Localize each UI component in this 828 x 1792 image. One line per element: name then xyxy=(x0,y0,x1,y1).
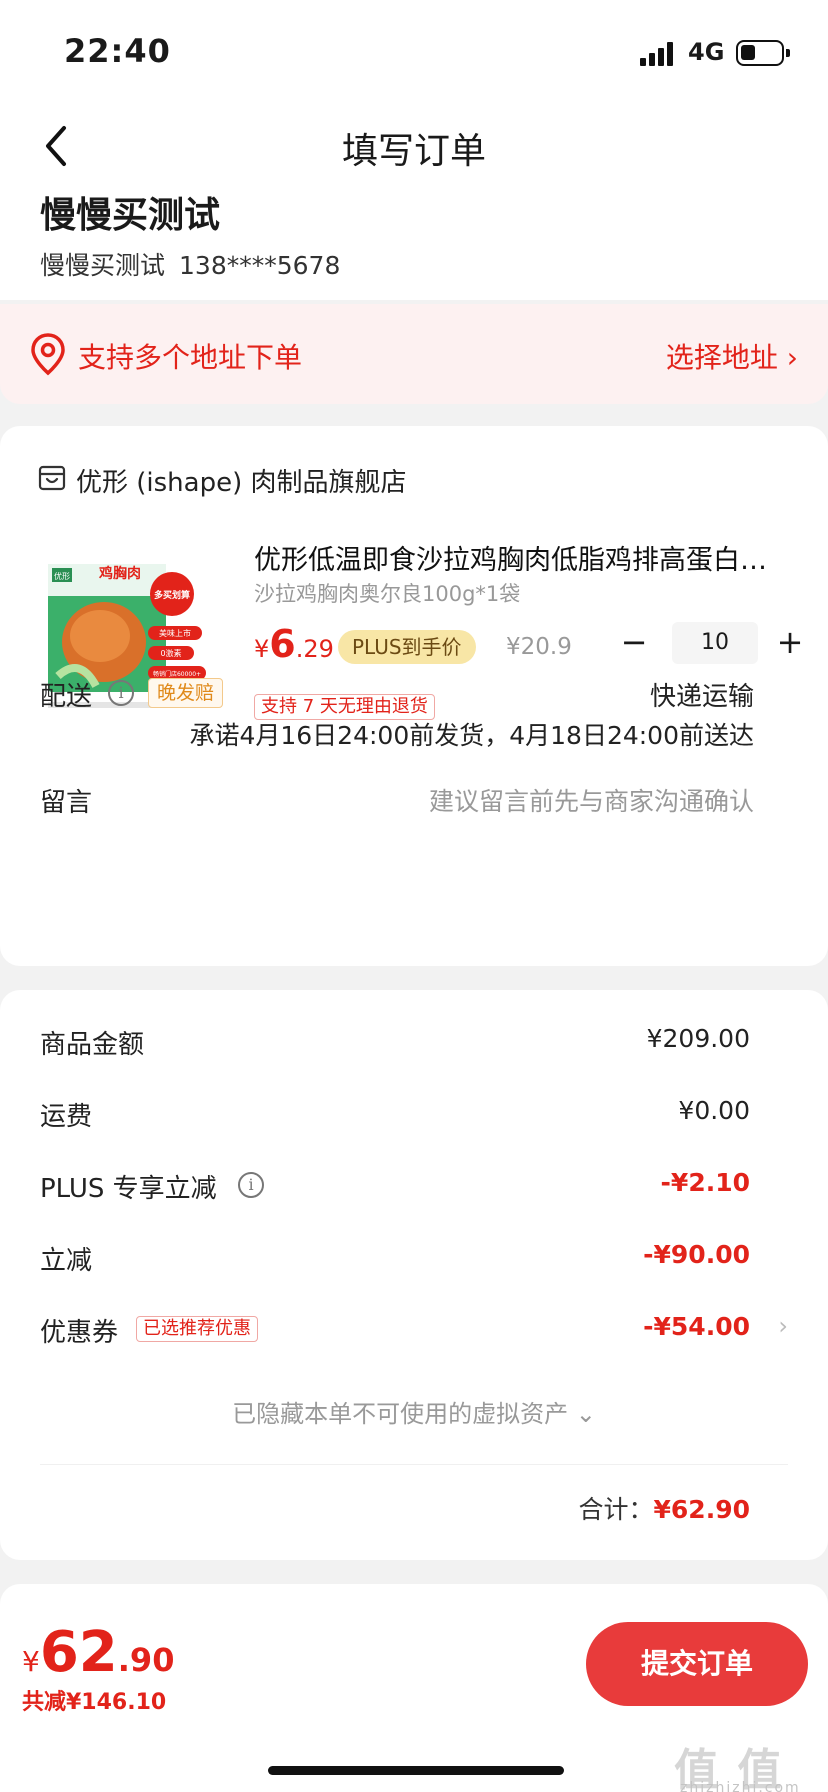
product-image-badge: 多买划算 xyxy=(154,589,190,601)
store-order-card: 优形 (ishape) 肉制品旗舰店 优形 鸡胸肉 多买划算 美味上市 0激素 … xyxy=(0,426,828,966)
product-spec[interactable]: 沙拉鸡胸肉奥尔良100g*1袋 xyxy=(254,578,520,608)
battery-icon xyxy=(736,40,790,66)
page-title: 填写订单 xyxy=(341,131,486,172)
subtotal-label: 合计： xyxy=(578,1495,654,1524)
original-price: ¥20.9 xyxy=(506,634,572,660)
late-compensation-tag: 晚发赔 xyxy=(148,678,224,708)
total-saved[interactable]: 共减¥146.10 xyxy=(22,1684,166,1716)
watermark-url: zhizhizhi.com xyxy=(680,1780,801,1792)
chevron-right-icon[interactable]: › xyxy=(778,1312,788,1340)
quantity-minus-button[interactable]: − xyxy=(614,622,654,666)
checkout-bar: ¥62.90 共减¥146.10 提交订单 值 值 值 zhizhizhi.co… xyxy=(0,1584,828,1792)
network-type: 4G xyxy=(688,38,725,66)
product-price: ¥6.29 xyxy=(254,622,334,666)
divider xyxy=(40,1464,788,1465)
delivery-label: 配送 xyxy=(40,682,93,712)
multi-address-banner[interactable]: 支持多个地址下单 选择地址 › xyxy=(0,304,828,404)
location-pin-icon xyxy=(31,333,65,376)
plus-discount-label: PLUS 专享立减 xyxy=(40,1174,217,1204)
info-icon[interactable]: i xyxy=(238,1172,264,1198)
receiver-contact-name: 慢慢买测试 xyxy=(40,251,166,280)
product-image-name: 鸡胸肉 xyxy=(98,565,141,582)
price-row: ¥6.29 PLUS到手价 ¥20.9 − 10 + xyxy=(254,622,814,672)
hidden-assets-toggle[interactable]: 已隐藏本单不可使用的虚拟资产 ⌄ xyxy=(0,1394,828,1429)
product-image-brand: 优形 xyxy=(54,571,70,581)
shipping-method[interactable]: 快递运输 xyxy=(650,676,754,713)
quantity-plus-button[interactable]: + xyxy=(770,622,810,666)
product-image-tag3: 畅销门店60000+ xyxy=(153,670,201,678)
shipping-fee-value: ¥0.00 xyxy=(678,1096,750,1125)
multi-address-tip: 支持多个地址下单 xyxy=(78,341,303,374)
store-name[interactable]: 优形 (ishape) 肉制品旗舰店 xyxy=(76,462,407,499)
status-bar: 22:40 4G xyxy=(0,0,828,100)
instant-discount-label: 立减 xyxy=(40,1246,93,1276)
instant-discount-value: -¥90.00 xyxy=(643,1240,750,1269)
store-icon xyxy=(38,465,66,491)
goods-amount-label: 商品金额 xyxy=(40,1030,145,1060)
choose-address-link[interactable]: 选择地址 › xyxy=(666,336,798,376)
product-image-tag1: 美味上市 xyxy=(159,628,191,638)
coupon-label[interactable]: 优惠券 xyxy=(40,1312,118,1349)
info-icon[interactable]: i xyxy=(108,680,134,706)
fee-summary-card: 商品金额 ¥209.00 运费 ¥0.00 PLUS 专享立减 i -¥2.10… xyxy=(0,990,828,1560)
quantity-stepper: − 10 + xyxy=(614,622,814,666)
plus-price-tag: PLUS到手价 xyxy=(338,630,476,664)
receiver-name[interactable]: 慢慢买测试 xyxy=(40,186,220,238)
quantity-input[interactable]: 10 xyxy=(672,622,758,664)
shipping-promise: 承诺4月16日24:00前发货，4月18日24:00前送达 xyxy=(189,721,754,750)
signal-icon xyxy=(640,42,676,66)
home-indicator xyxy=(268,1766,564,1775)
subtotal: 合计：¥62.90 xyxy=(579,1490,751,1526)
shipping-fee-label: 运费 xyxy=(40,1102,93,1132)
nav-bar: 填写订单 xyxy=(0,110,828,180)
remark-label: 留言 xyxy=(40,788,93,818)
pay-amount: ¥62.90 xyxy=(22,1620,175,1685)
receiver-contact[interactable]: 慢慢买测试 138****5678 xyxy=(40,246,340,282)
submit-order-button[interactable]: 提交订单 xyxy=(586,1622,808,1706)
product-image-tag2: 0激素 xyxy=(160,648,181,658)
receiver-phone: 138****5678 xyxy=(179,251,341,280)
goods-amount-value: ¥209.00 xyxy=(646,1024,750,1053)
subtotal-value: ¥62.90 xyxy=(653,1495,750,1524)
plus-discount-value: -¥2.10 xyxy=(660,1168,750,1197)
product-title[interactable]: 优形低温即食沙拉鸡胸肉低脂鸡排高蛋白… xyxy=(254,538,794,577)
coupon-value[interactable]: -¥54.00 xyxy=(643,1312,750,1341)
status-time: 22:40 xyxy=(64,32,171,70)
remark-input[interactable]: 建议留言前先与商家沟通确认 xyxy=(429,782,754,818)
coupon-recommended-tag: 已选推荐优惠 xyxy=(136,1316,258,1342)
